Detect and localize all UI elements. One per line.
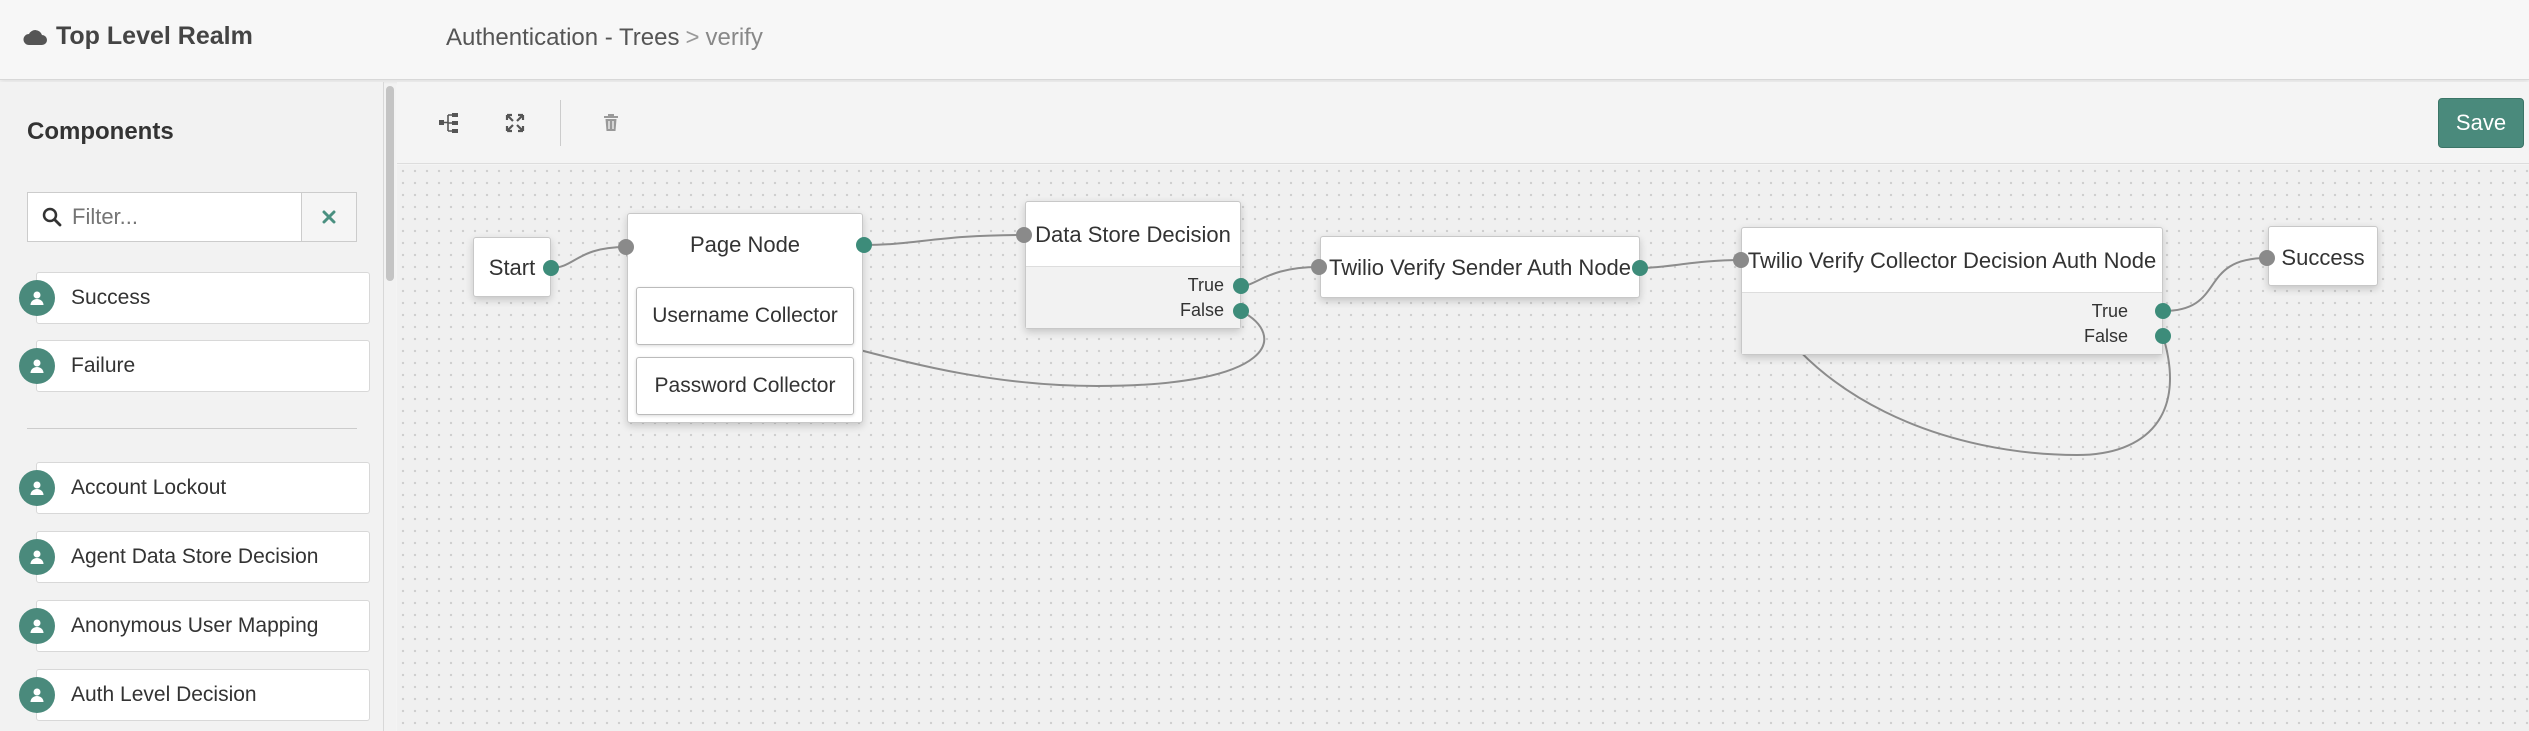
component-label: Anonymous User Mapping bbox=[71, 614, 319, 637]
user-icon bbox=[19, 608, 55, 644]
filter-box[interactable] bbox=[27, 192, 302, 242]
page-node-in-port[interactable] bbox=[618, 239, 634, 255]
clear-filter-button[interactable] bbox=[302, 192, 357, 242]
link-page-datastore bbox=[863, 234, 1025, 246]
cloud-icon bbox=[23, 29, 47, 45]
outcome-true-label: True bbox=[2091, 301, 2128, 321]
save-button[interactable]: Save bbox=[2438, 98, 2524, 148]
data-store-true-port[interactable] bbox=[1233, 278, 1249, 294]
page-node[interactable]: Page Node Username Collector Password Co… bbox=[627, 213, 863, 423]
link-sender-collector bbox=[1639, 259, 1742, 269]
twilio-verify-sender-node[interactable]: Twilio Verify Sender Auth Node bbox=[1320, 236, 1640, 298]
filter-group bbox=[27, 192, 357, 242]
sidebar-scrollbar[interactable] bbox=[384, 84, 396, 731]
component-success[interactable]: Success bbox=[36, 272, 370, 324]
success-node[interactable]: Success bbox=[2268, 226, 2378, 286]
page-node-out-port[interactable] bbox=[856, 237, 872, 253]
component-agent-data-store-decision[interactable]: Agent Data Store Decision bbox=[36, 531, 370, 583]
component-anonymous-user-mapping[interactable]: Anonymous User Mapping bbox=[36, 600, 370, 652]
node-outcomes: True False bbox=[1026, 266, 1240, 328]
node-title: Success bbox=[2281, 245, 2365, 270]
component-label: Agent Data Store Decision bbox=[71, 545, 319, 568]
link-datastore-true-sender bbox=[1240, 266, 1320, 287]
breadcrumb-current: verify bbox=[705, 24, 763, 51]
node-title: Start bbox=[488, 255, 536, 280]
expand-icon[interactable] bbox=[501, 109, 529, 137]
component-label: Success bbox=[71, 286, 151, 309]
breadcrumb-parent[interactable]: Authentication - Trees bbox=[446, 24, 679, 51]
success-in-port[interactable] bbox=[2259, 250, 2275, 266]
outcome-false-label: False bbox=[2083, 326, 2128, 346]
component-failure[interactable]: Failure bbox=[36, 340, 370, 392]
components-sidebar: Components Success Failure Account Locko… bbox=[0, 82, 384, 731]
sender-out-port[interactable] bbox=[1632, 260, 1648, 276]
realm-selector[interactable]: Top Level Realm bbox=[22, 22, 253, 51]
user-icon bbox=[19, 280, 55, 316]
password-collector-node[interactable]: Password Collector bbox=[636, 357, 854, 415]
top-header: Top Level Realm Authentication - Trees > v… bbox=[0, 0, 2529, 80]
breadcrumb: Authentication - Trees > verify bbox=[446, 24, 763, 52]
collector-false-port[interactable] bbox=[2155, 328, 2171, 344]
node-outcomes: True False bbox=[1742, 292, 2162, 354]
component-account-lockout[interactable]: Account Lockout bbox=[36, 462, 370, 514]
data-store-false-port[interactable] bbox=[1233, 303, 1249, 319]
username-collector-node[interactable]: Username Collector bbox=[636, 287, 854, 345]
scrollbar-thumb[interactable] bbox=[386, 86, 394, 281]
node-title: Data Store Decision bbox=[1035, 222, 1231, 247]
node-title: Page Node bbox=[689, 232, 801, 257]
user-icon bbox=[19, 539, 55, 575]
node-title: Twilio Verify Collector Decision Auth No… bbox=[1747, 248, 2157, 273]
breadcrumb-separator: > bbox=[685, 24, 700, 51]
sidebar-divider bbox=[27, 428, 357, 429]
tree-toolbar: Save bbox=[397, 82, 2529, 164]
user-icon bbox=[19, 677, 55, 713]
start-out-port[interactable] bbox=[543, 260, 559, 276]
component-label: Auth Level Decision bbox=[71, 683, 257, 706]
outcome-true-label: True bbox=[1187, 275, 1224, 295]
component-label: Failure bbox=[71, 354, 136, 377]
search-icon bbox=[42, 207, 62, 227]
user-icon bbox=[19, 470, 55, 506]
start-node[interactable]: Start bbox=[473, 237, 551, 297]
node-title: Twilio Verify Sender Auth Node bbox=[1328, 255, 1632, 280]
realm-name: Top Level Realm bbox=[56, 22, 253, 50]
data-store-decision-node[interactable]: Data Store Decision True False bbox=[1025, 201, 1241, 329]
collector-true-port[interactable] bbox=[2155, 303, 2171, 319]
link-collector-true-success bbox=[2162, 257, 2268, 312]
sender-in-port[interactable] bbox=[1311, 259, 1327, 275]
link-start-page bbox=[550, 246, 627, 269]
outcome-false-label: False bbox=[1179, 300, 1224, 320]
twilio-verify-collector-node[interactable]: Twilio Verify Collector Decision Auth No… bbox=[1741, 227, 2163, 355]
user-icon bbox=[19, 348, 55, 384]
tree-canvas[interactable]: Start Page Node Username Collector Passw… bbox=[397, 165, 2529, 731]
component-label: Account Lockout bbox=[71, 476, 227, 499]
close-icon bbox=[322, 210, 336, 224]
sidebar-title: Components bbox=[27, 118, 174, 145]
data-store-in-port[interactable] bbox=[1016, 227, 1032, 243]
component-auth-level-decision[interactable]: Auth Level Decision bbox=[36, 669, 370, 721]
collector-in-port[interactable] bbox=[1733, 252, 1749, 268]
filter-input[interactable] bbox=[72, 204, 292, 230]
tree-layout-icon[interactable] bbox=[435, 109, 463, 137]
toolbar-separator bbox=[560, 100, 561, 146]
trash-icon[interactable] bbox=[597, 109, 625, 137]
